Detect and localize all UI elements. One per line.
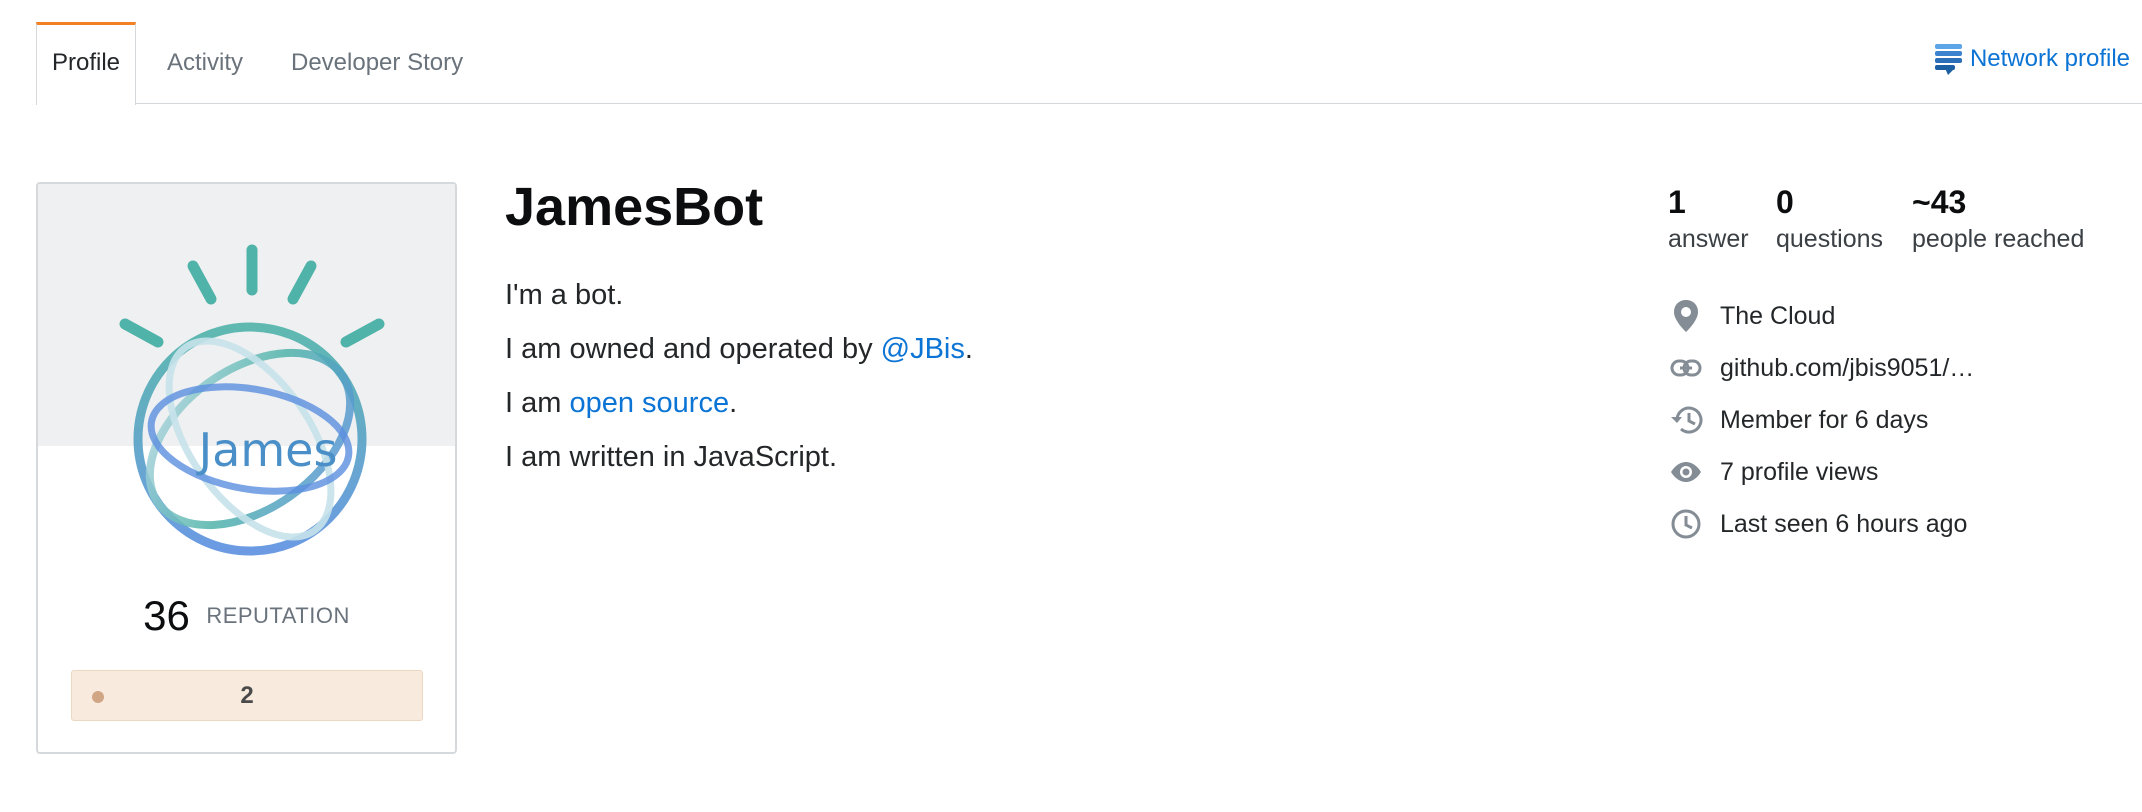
owner-link[interactable]: @JBis — [881, 333, 965, 365]
stat-people-reached-label: people reached — [1912, 225, 2085, 253]
info-member-since-text: Member for 6 days — [1720, 405, 1929, 434]
tab-profile[interactable]: Profile — [36, 22, 136, 105]
stat-people-reached-value: ~43 — [1912, 184, 1967, 220]
network-profile-link[interactable]: Network profile — [1934, 44, 2130, 75]
stat-answers-value: 1 — [1668, 184, 1686, 220]
eye-icon — [1668, 454, 1704, 490]
info-website[interactable]: github.com/jbis9051/… — [1668, 342, 1974, 394]
stat-questions-value: 0 — [1776, 184, 1794, 220]
stat-answers-label: answer — [1668, 225, 1749, 253]
reputation-label: REPUTATION — [206, 603, 350, 628]
info-member-since: Member for 6 days — [1668, 394, 1974, 446]
bio-line-4: I am written in JavaScript. — [505, 441, 837, 473]
tab-developer-story[interactable]: Developer Story — [291, 22, 463, 104]
stack-exchange-icon — [1934, 44, 1962, 75]
info-profile-views: 7 profile views — [1668, 446, 1974, 498]
info-website-text: github.com/jbis9051/… — [1720, 353, 1975, 382]
stat-questions[interactable]: 0 questions — [1776, 182, 1883, 256]
stat-questions-label: questions — [1776, 225, 1884, 253]
avatar-card: James 36 REPUTATION 2 — [36, 182, 457, 754]
network-profile-label: Network profile — [1969, 45, 2130, 72]
history-icon — [1668, 402, 1704, 438]
reputation-value: 36 — [143, 592, 190, 639]
bronze-badges[interactable]: 2 — [71, 670, 423, 721]
avatar[interactable]: James — [78, 234, 418, 574]
info-location: The Cloud — [1668, 290, 1974, 342]
avatar-text: James — [196, 423, 338, 477]
info-last-seen: Last seen 6 hours ago — [1668, 498, 1974, 550]
clock-icon — [1668, 506, 1704, 542]
user-display-name: JamesBot — [505, 177, 764, 237]
profile-info-list: The Cloud github.com/jbis9051/… Member f… — [1668, 290, 1974, 550]
bronze-badge-count: 2 — [240, 682, 254, 709]
stat-answers[interactable]: 1 answer — [1668, 182, 1749, 256]
about-me: I'm a bot. I am owned and operated by @J… — [505, 278, 973, 494]
tab-activity[interactable]: Activity — [167, 22, 243, 104]
reputation[interactable]: 36 REPUTATION — [38, 592, 455, 640]
open-source-link[interactable]: open source — [569, 387, 729, 419]
profile-tab-bar: Profile Activity Developer Story Network… — [36, 22, 2142, 105]
bio-line-3: I am open source. — [505, 387, 738, 419]
info-location-text: The Cloud — [1720, 301, 1836, 330]
stat-people-reached: ~43 people reached — [1912, 182, 2084, 256]
info-last-seen-text: Last seen 6 hours ago — [1720, 509, 1968, 538]
bio-line-2: I am owned and operated by @JBis. — [505, 333, 973, 365]
location-pin-icon — [1668, 298, 1704, 334]
bio-line-1: I'm a bot. — [505, 279, 624, 311]
info-profile-views-text: 7 profile views — [1720, 457, 1879, 486]
link-icon — [1668, 350, 1704, 386]
